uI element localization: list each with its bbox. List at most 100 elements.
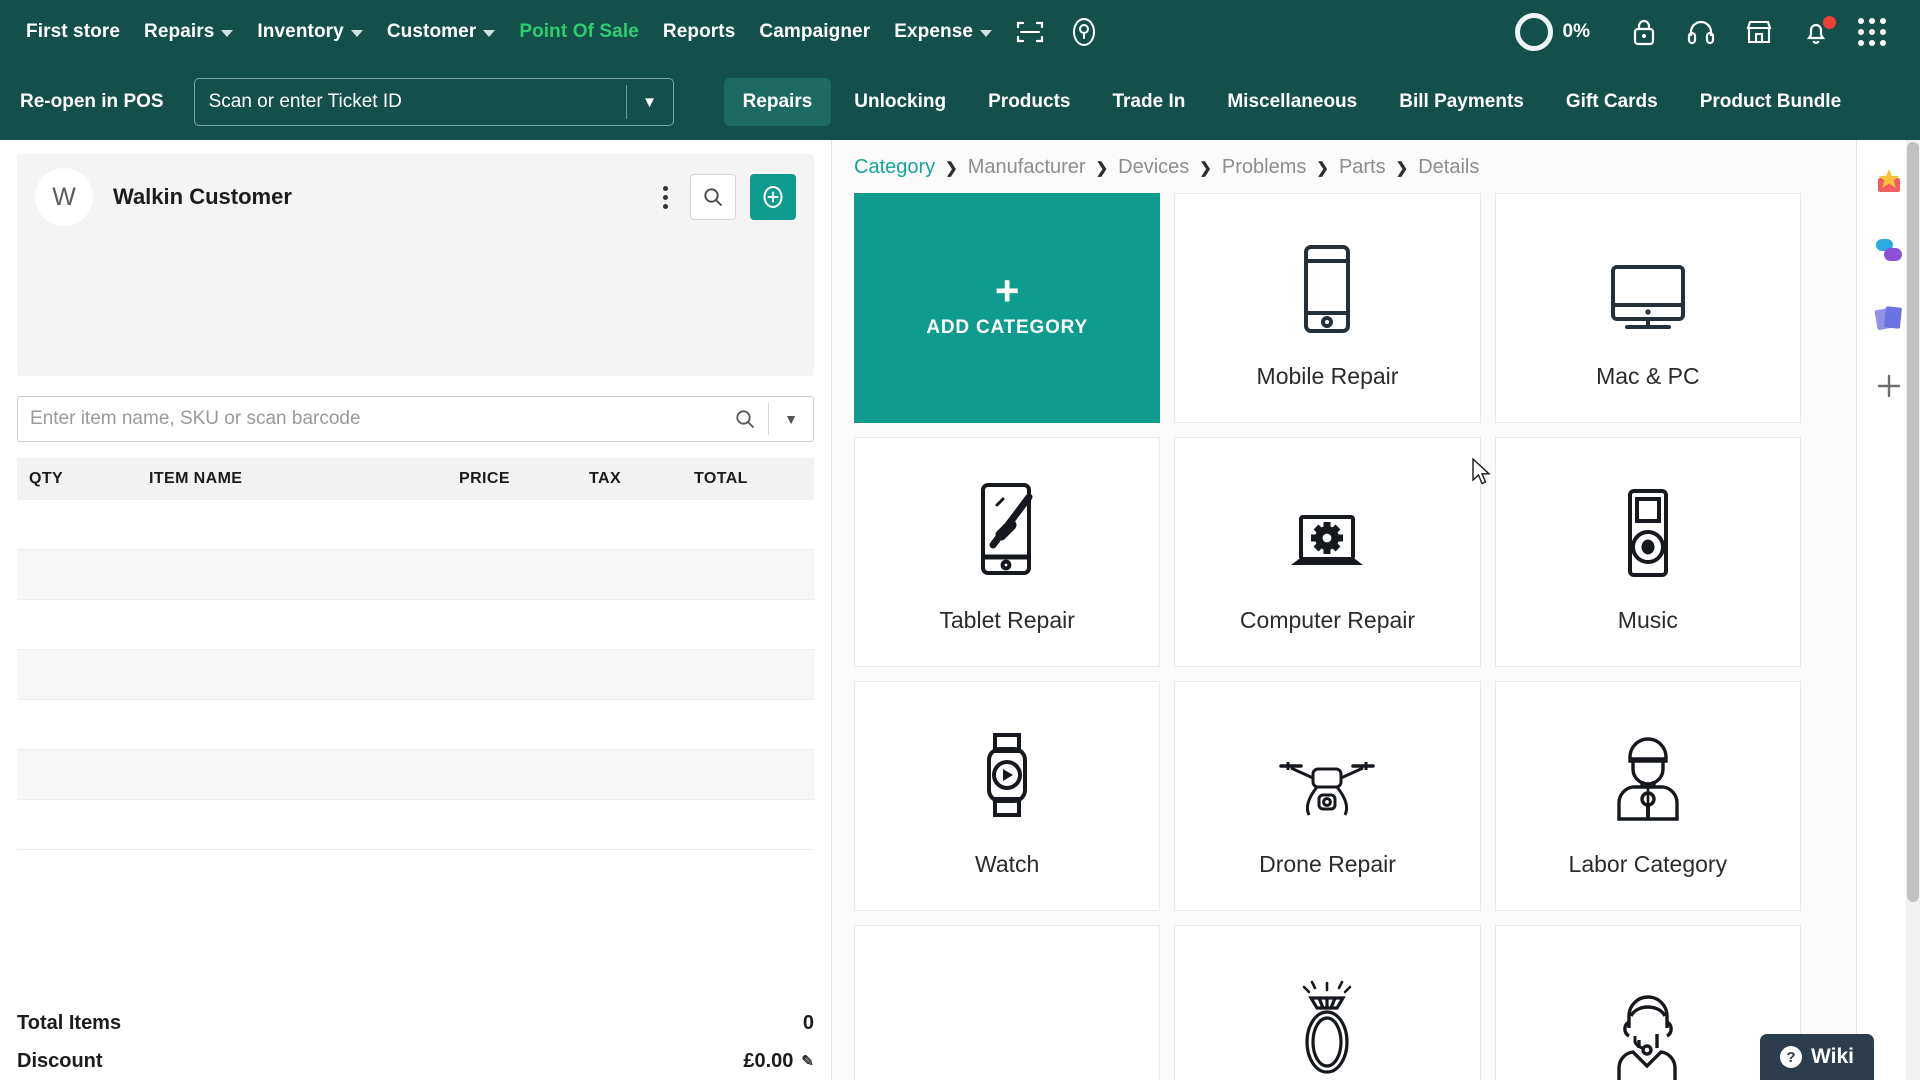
progress-percent-label: 0% (1562, 21, 1590, 42)
tab-label: Bill Payments (1399, 91, 1524, 112)
category-tile-blank[interactable] (854, 925, 1161, 1080)
breadcrumb-item-details[interactable]: Details (1418, 156, 1479, 179)
chevron-right-icon: ❯ (945, 159, 958, 177)
nav-item-point-of-sale[interactable]: Point Of Sale (507, 21, 651, 43)
column-header-total: TOTAL (694, 470, 748, 487)
music-player-icon (1620, 471, 1676, 581)
category-tile-mobile-repair[interactable]: Mobile Repair (1174, 193, 1481, 423)
tab-label: Products (988, 91, 1071, 112)
tab-miscellaneous[interactable]: Miscellaneous (1208, 78, 1376, 126)
tile-label: Labor Category (1568, 850, 1728, 877)
nav-label: Reports (662, 21, 736, 42)
nav-item-inventory[interactable]: Inventory (245, 21, 374, 43)
breadcrumb-item-devices[interactable]: Devices (1118, 156, 1189, 179)
category-tile-computer-repair[interactable]: Computer Repair (1174, 437, 1481, 667)
tile-label: Mobile Repair (1256, 362, 1399, 389)
search-icon[interactable] (1056, 15, 1112, 49)
tab-product-bundle[interactable]: Product Bundle (1681, 78, 1860, 126)
tab-label: Miscellaneous (1227, 91, 1358, 112)
add-category-label: ADD CATEGORY (926, 317, 1088, 338)
tab-repairs[interactable]: Repairs (723, 78, 832, 126)
chevron-down-icon[interactable]: ▼ (627, 94, 673, 111)
add-category-tile[interactable]: + ADD CATEGORY (854, 193, 1161, 423)
edit-pencil-icon[interactable]: ✎ (801, 1052, 814, 1070)
nav-item-customer[interactable]: Customer (375, 21, 507, 43)
item-search-input[interactable] (18, 408, 734, 430)
breadcrumb-item-category[interactable]: Category (854, 156, 935, 179)
category-tile-mac-and-pc[interactable]: Mac & PC (1494, 193, 1801, 423)
tab-bill-payments[interactable]: Bill Payments (1380, 78, 1543, 126)
category-tile-grid: + ADD CATEGORY Mobile Repair Mac & PC Ta… (832, 193, 1856, 1080)
search-icon[interactable] (734, 408, 756, 430)
cart-row-empty (17, 500, 814, 550)
barcode-scan-icon[interactable] (1004, 19, 1056, 45)
discount-label: Discount (17, 1049, 103, 1072)
scrollbar-thumb[interactable] (1907, 142, 1919, 902)
total-items-row: Total Items 0 (17, 1004, 814, 1042)
tab-label: Gift Cards (1565, 91, 1658, 112)
breadcrumb-item-manufacturer[interactable]: Manufacturer (968, 156, 1086, 179)
column-header-tax: TAX (589, 470, 622, 487)
category-tile-ring[interactable] (1174, 925, 1481, 1080)
cart-row-empty (17, 800, 814, 850)
customer-search-button[interactable] (690, 174, 736, 220)
nav-item-reports[interactable]: Reports (651, 21, 748, 43)
chat-bubbles-icon[interactable] (1869, 230, 1909, 270)
tablet-screwdriver-icon (967, 471, 1047, 581)
customer-name: Walkin Customer (113, 184, 292, 209)
add-customer-button[interactable] (750, 174, 796, 220)
nav-item-expense[interactable]: Expense (882, 21, 1004, 43)
item-search-field[interactable]: ▼ (17, 396, 814, 442)
chevron-down-icon[interactable]: ▼ (769, 411, 813, 427)
nav-item-first-store[interactable]: First store (14, 21, 132, 43)
drone-icon (1275, 715, 1379, 825)
cards-stack-icon[interactable] (1869, 298, 1909, 338)
wiki-help-button[interactable]: ? Wiki (1760, 1034, 1874, 1080)
pos-category-tabs: Repairs Unlocking Products Trade In Misc… (723, 78, 1861, 126)
tab-gift-cards[interactable]: Gift Cards (1547, 78, 1677, 126)
nav-item-campaigner[interactable]: Campaigner (747, 21, 882, 43)
bell-icon[interactable] (1788, 16, 1844, 47)
cart-table-body (17, 500, 814, 996)
headset-icon[interactable] (1672, 18, 1730, 46)
category-tile-tablet-repair[interactable]: Tablet Repair (854, 437, 1161, 667)
smartphone-icon (1296, 227, 1358, 337)
cart-row-empty (17, 700, 814, 750)
cart-totals: Total Items 0 Discount £0.00 ✎ (17, 996, 814, 1080)
ticket-id-input[interactable] (194, 91, 626, 113)
tile-label: Drone Repair (1259, 850, 1396, 877)
cart-row-empty (17, 650, 814, 700)
chevron-down-icon (483, 30, 496, 37)
chevron-right-icon: ❯ (1095, 159, 1109, 177)
store-icon[interactable] (1730, 18, 1788, 46)
laptop-gear-icon (1281, 471, 1373, 581)
apps-grid-icon[interactable] (1844, 18, 1900, 46)
ticket-id-field[interactable]: ▼ (193, 78, 674, 126)
tab-trade-in[interactable]: Trade In (1093, 78, 1204, 126)
nav-item-repairs[interactable]: Repairs (132, 21, 245, 43)
breadcrumb-item-problems[interactable]: Problems (1222, 156, 1306, 179)
customer-header: W Walkin Customer (35, 168, 796, 226)
tab-products[interactable]: Products (969, 78, 1089, 126)
progress-ring-icon (1514, 13, 1553, 51)
tab-unlocking[interactable]: Unlocking (835, 78, 965, 126)
category-tile-drone-repair[interactable]: Drone Repair (1174, 681, 1481, 911)
category-tile-music[interactable]: Music (1494, 437, 1801, 667)
category-tile-support-agent[interactable] (1494, 925, 1801, 1080)
page-scrollbar[interactable] (1906, 140, 1920, 1080)
plus-icon[interactable] (1869, 366, 1909, 406)
tab-label: Trade In (1112, 91, 1186, 112)
breadcrumb-item-parts[interactable]: Parts (1339, 156, 1386, 179)
discount-row: Discount £0.00 ✎ (17, 1042, 814, 1080)
total-items-label: Total Items (17, 1011, 122, 1034)
cart-row-empty (17, 550, 814, 600)
star-box-icon[interactable] (1869, 162, 1909, 202)
discount-value: £0.00 (743, 1049, 794, 1072)
column-header-price: PRICE (459, 470, 510, 487)
category-tile-watch[interactable]: Watch (854, 681, 1161, 911)
kebab-menu-icon[interactable] (655, 182, 676, 213)
top-navigation-bar: First store Repairs Inventory Customer P… (0, 0, 1920, 64)
category-tile-labor-category[interactable]: Labor Category (1494, 681, 1801, 911)
profile-completion-indicator[interactable]: 0% (1514, 13, 1590, 51)
lock-icon[interactable] (1616, 17, 1672, 47)
